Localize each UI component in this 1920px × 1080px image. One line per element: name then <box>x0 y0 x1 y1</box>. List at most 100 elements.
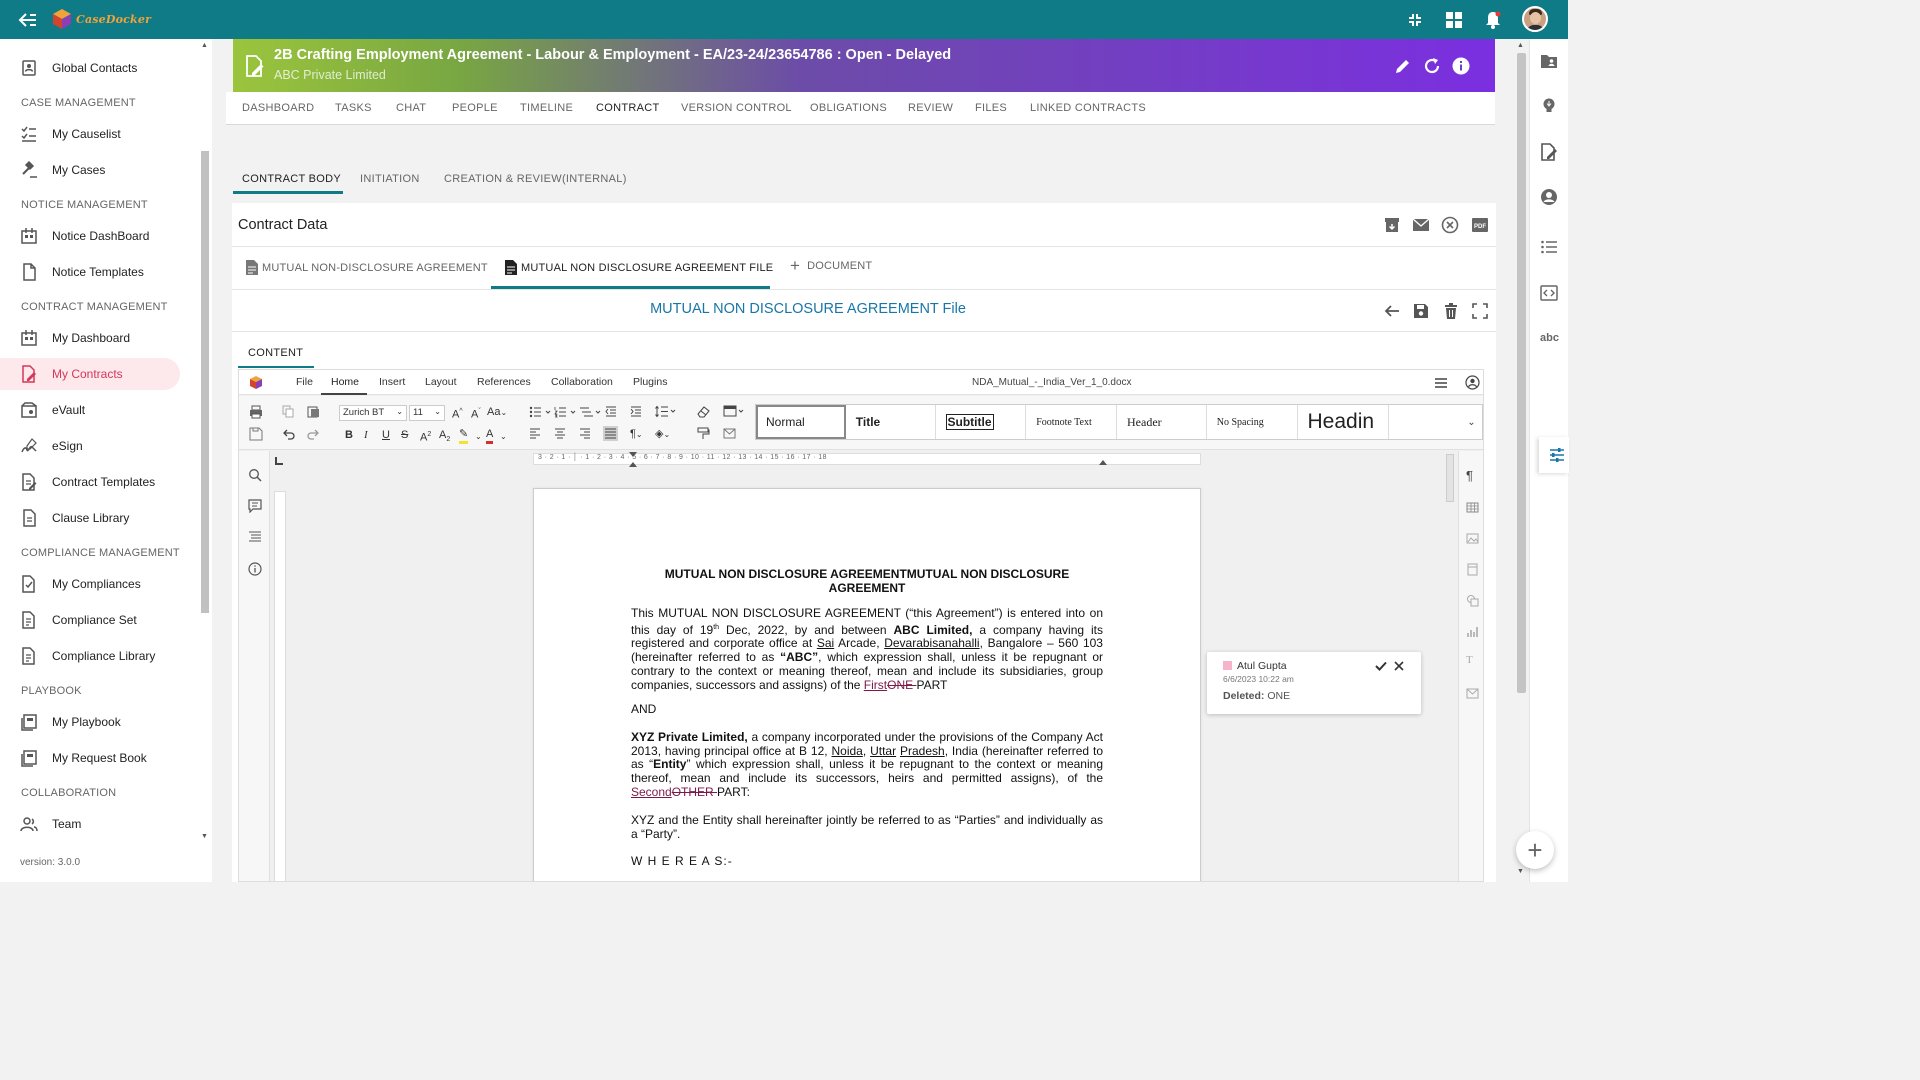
strikethrough-icon[interactable]: S <box>401 428 408 442</box>
align-left-icon[interactable] <box>529 428 541 440</box>
style-heading[interactable]: Headin <box>1298 405 1390 439</box>
multilevel-list-icon[interactable] <box>579 406 605 418</box>
tab-review[interactable]: REVIEW <box>908 102 953 114</box>
sidebar-scroll-thumb[interactable] <box>201 151 209 613</box>
font-color-icon[interactable]: A <box>486 427 494 444</box>
eraser-icon[interactable] <box>697 405 710 418</box>
mail-merge-icon[interactable] <box>723 427 736 440</box>
sidebar-item-clause-library[interactable]: Clause Library <box>0 502 180 534</box>
contract-edit-icon[interactable] <box>1540 143 1558 161</box>
delete-icon[interactable] <box>1442 302 1460 320</box>
format-painter-icon[interactable] <box>697 427 710 440</box>
back-arrow-icon[interactable] <box>18 10 38 30</box>
font-name-select[interactable]: Zurich BT ⌄ <box>339 405 407 421</box>
bold-icon[interactable]: B <box>345 428 353 442</box>
tab-tasks[interactable]: TASKS <box>335 102 372 114</box>
collapse-icon[interactable] <box>1405 10 1425 30</box>
reject-close-icon[interactable] <box>1393 660 1405 672</box>
tab-version-control[interactable]: VERSION CONTROL <box>681 102 792 114</box>
style-subtitle[interactable]: Subtitle <box>936 405 1027 439</box>
style-header[interactable]: Header <box>1117 405 1207 439</box>
increase-font-icon[interactable]: A^ <box>452 405 463 422</box>
sidebar-item-my-compliances[interactable]: My Compliances <box>0 568 180 600</box>
apps-grid-icon[interactable] <box>1444 10 1464 30</box>
align-center-icon[interactable] <box>554 428 566 440</box>
doctab-mutual-nda-file[interactable]: MUTUAL NON DISCLOSURE AGREEMENT FILE <box>504 259 773 276</box>
avatar[interactable] <box>1522 6 1548 32</box>
tab-stop-selector[interactable] <box>275 457 283 465</box>
horizontal-ruler[interactable]: 3 · 2 · 1 · │ · 1 · 2 · 3 · 4 · 5 · 6 · … <box>533 452 1201 467</box>
sidebar-item-compliance-library[interactable]: Compliance Library <box>0 640 180 672</box>
sidebar-item-my-request-book[interactable]: My Request Book <box>0 742 180 774</box>
info-icon[interactable] <box>248 562 262 576</box>
change-case-icon[interactable]: Aa⌄ <box>487 405 507 420</box>
back-arrow-icon[interactable] <box>1383 302 1401 320</box>
table-settings-icon[interactable] <box>1466 501 1479 514</box>
sidebar-item-compliance-set[interactable]: Compliance Set <box>0 604 180 636</box>
align-right-icon[interactable] <box>579 428 591 440</box>
sidebar-item-my-playbook[interactable]: My Playbook <box>0 706 180 738</box>
tab-contract[interactable]: CONTRACT <box>596 102 660 114</box>
account-circle-icon[interactable] <box>1540 188 1558 206</box>
sidebar-item-my-dashboard[interactable]: My Dashboard <box>0 322 180 354</box>
tab-creation-review[interactable]: CREATION & REVIEW(INTERNAL) <box>444 173 627 185</box>
sidebar-item-global-contacts[interactable]: Global Contacts <box>0 52 180 84</box>
editor-scroll-thumb[interactable] <box>1446 454 1454 502</box>
doctab-add-document[interactable]: + DOCUMENT <box>790 257 872 274</box>
decrease-font-icon[interactable]: Aˇ <box>471 405 481 422</box>
shading-icon[interactable]: ◈⌄ <box>655 427 670 442</box>
tracked-change-comment[interactable]: Atul Gupta 6/6/2023 10:22 am Deleted: ON… <box>1207 652 1421 714</box>
bell-icon[interactable] <box>1483 10 1503 30</box>
code-icon[interactable] <box>1540 284 1558 302</box>
menu-home[interactable]: Home <box>331 376 359 388</box>
doctab-mutual-nda[interactable]: MUTUAL NON-DISCLOSURE AGREEMENT <box>245 259 488 276</box>
refresh-icon[interactable] <box>1422 56 1442 76</box>
style-title[interactable]: Title <box>846 405 936 439</box>
page-scroll-thumb[interactable] <box>1517 53 1526 693</box>
sidebar-item-my-contracts[interactable]: My Contracts <box>0 358 180 390</box>
menu-insert[interactable]: Insert <box>379 376 405 388</box>
chart-settings-icon[interactable] <box>1466 625 1479 638</box>
spellcheck-icon[interactable]: abc <box>1540 332 1559 350</box>
sidebar-item-my-causelist[interactable]: My Causelist <box>0 118 180 150</box>
archive-icon[interactable] <box>1383 216 1401 234</box>
sidebar-scroll-down[interactable]: ▼ <box>201 833 208 840</box>
font-color-dropdown-icon[interactable]: ⌄ <box>500 430 507 444</box>
insert-shape-icon[interactable] <box>723 405 745 418</box>
style-normal[interactable]: Normal <box>756 405 846 439</box>
shape-settings-icon[interactable] <box>1466 594 1479 607</box>
save-icon[interactable] <box>1412 302 1430 320</box>
tab-initiation[interactable]: INITIATION <box>360 173 420 185</box>
sidebar-item-notice-dashboard[interactable]: Notice DashBoard <box>0 220 180 252</box>
paragraph-settings-icon[interactable]: ¶ <box>1466 468 1479 483</box>
list-icon[interactable] <box>1540 238 1558 256</box>
highlight-icon[interactable]: ✎ <box>459 427 469 444</box>
paragraph-marks-icon[interactable]: ¶⌄ <box>630 427 643 442</box>
idea-bulb-icon[interactable] <box>1540 97 1558 115</box>
tab-obligations[interactable]: OBLIGATIONS <box>810 102 887 114</box>
add-fab-button[interactable]: + <box>1516 831 1554 869</box>
menu-file[interactable]: File <box>296 376 313 388</box>
sidebar-item-notice-templates[interactable]: Notice Templates <box>0 256 180 288</box>
redo-icon[interactable] <box>307 427 320 440</box>
numbered-list-icon[interactable] <box>554 406 580 418</box>
tab-files[interactable]: FILES <box>975 102 1007 114</box>
text-art-icon[interactable]: T <box>1466 654 1479 667</box>
tab-linked-contracts[interactable]: LINKED CONTRACTS <box>1030 102 1146 114</box>
copy-icon[interactable] <box>282 405 295 418</box>
style-no-spacing[interactable]: No Spacing <box>1207 405 1298 439</box>
tab-chat[interactable]: CHAT <box>396 102 426 114</box>
tab-content[interactable]: CONTENT <box>248 347 303 359</box>
page-scroll-up[interactable]: ▲ <box>1517 42 1524 49</box>
decrease-indent-icon[interactable] <box>605 406 617 418</box>
highlight-dropdown-icon[interactable]: ⌄ <box>475 430 482 444</box>
navigation-icon[interactable] <box>248 530 262 544</box>
info-icon[interactable] <box>1451 56 1471 76</box>
fullscreen-icon[interactable] <box>1471 302 1489 320</box>
superscript-icon[interactable]: A2 <box>420 428 431 445</box>
folder-user-icon[interactable] <box>1540 52 1558 70</box>
mail-merge-icon[interactable] <box>1466 687 1479 700</box>
sidebar-item-my-cases[interactable]: My Cases <box>0 154 180 186</box>
user-circle-icon[interactable] <box>1465 375 1480 390</box>
vertical-ruler[interactable] <box>274 491 286 881</box>
